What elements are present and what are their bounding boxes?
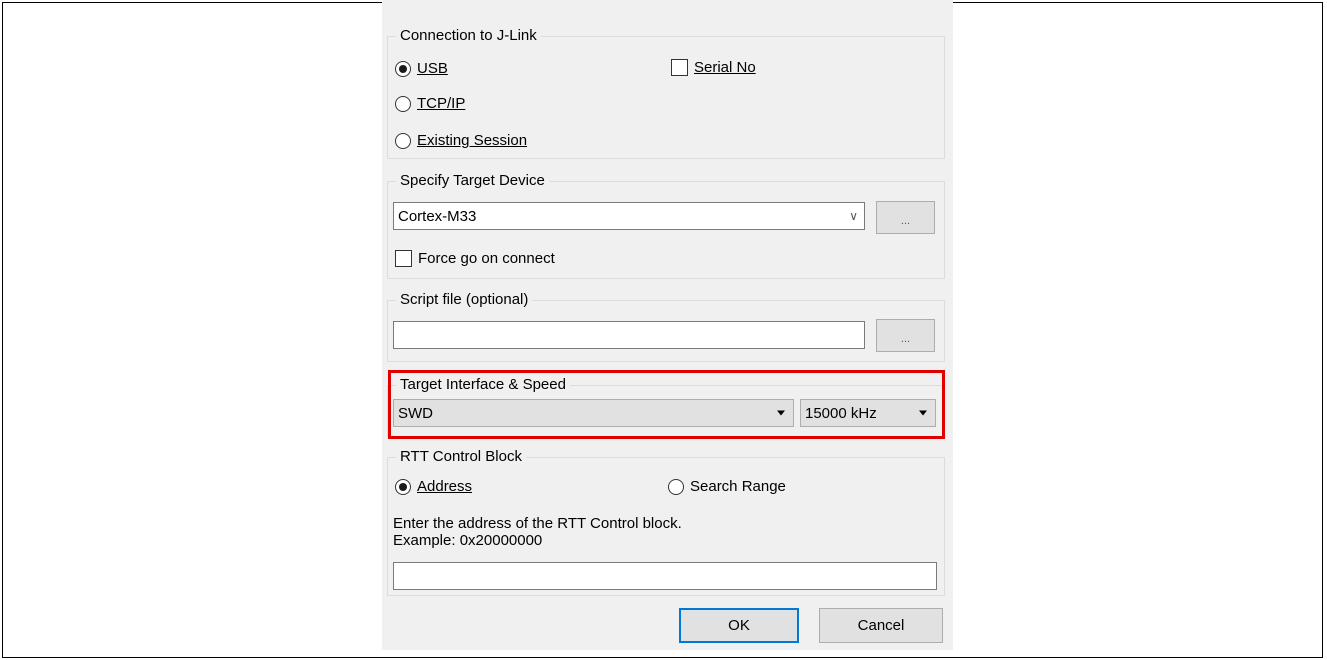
ok-button[interactable]: OK	[679, 608, 799, 643]
rtt-address-input[interactable]	[393, 562, 937, 590]
cancel-button[interactable]: Cancel	[819, 608, 943, 643]
script-file-group-title: Script file (optional)	[396, 291, 533, 309]
rtt-group-title: RTT Control Block	[396, 448, 526, 466]
address-radio-label: Address	[417, 478, 473, 495]
rtt-hint-line2: Example: 0x20000000	[393, 532, 543, 549]
tcpip-radio-label: TCP/IP	[417, 95, 466, 112]
target-device-combo[interactable]: Cortex-M33 ∨	[393, 202, 865, 230]
usb-radio[interactable]: USB	[395, 60, 448, 77]
serial-no-label: Serial No	[694, 59, 756, 76]
browse-label: ...	[900, 215, 911, 227]
tcpip-radio-indicator[interactable]	[395, 95, 411, 112]
usb-radio-indicator[interactable]	[395, 60, 411, 77]
serial-no-checkbox-box[interactable]	[671, 59, 688, 76]
jlink-rtt-config-dialog: Connection to J-Link USB Serial No TCP/I…	[382, 0, 953, 650]
tcpip-radio[interactable]: TCP/IP	[395, 95, 465, 112]
force-go-checkbox[interactable]: Force go on connect	[395, 250, 555, 267]
target-device-group-title: Specify Target Device	[396, 172, 549, 190]
address-radio-indicator[interactable]	[395, 478, 411, 495]
search-range-radio-label: Search Range	[690, 478, 786, 495]
target-device-value: Cortex-M33	[398, 207, 477, 225]
chevron-down-icon: ∨	[849, 209, 858, 223]
force-go-checkbox-box[interactable]	[395, 250, 412, 267]
address-radio[interactable]: Address	[395, 478, 472, 495]
existing-session-radio-label: Existing Session	[417, 132, 528, 149]
cancel-label: Cancel	[857, 617, 905, 634]
connection-group-title: Connection to J-Link	[396, 27, 541, 45]
browse-label: ...	[900, 333, 911, 345]
interface-highlight-box	[388, 370, 945, 439]
search-range-radio-indicator[interactable]	[668, 478, 684, 495]
existing-session-radio-indicator[interactable]	[395, 132, 411, 149]
target-device-browse-button[interactable]: ...	[876, 201, 935, 234]
script-file-input[interactable]	[393, 321, 865, 349]
usb-radio-label: USB	[417, 60, 448, 77]
serial-no-checkbox[interactable]: Serial No	[671, 59, 756, 76]
script-file-browse-button[interactable]: ...	[876, 319, 935, 352]
force-go-label: Force go on connect	[418, 250, 555, 267]
rtt-hint-line1: Enter the address of the RTT Control blo…	[393, 515, 682, 532]
existing-session-radio[interactable]: Existing Session	[395, 132, 527, 149]
ok-label: OK	[728, 617, 750, 634]
search-range-radio[interactable]: Search Range	[668, 478, 786, 495]
